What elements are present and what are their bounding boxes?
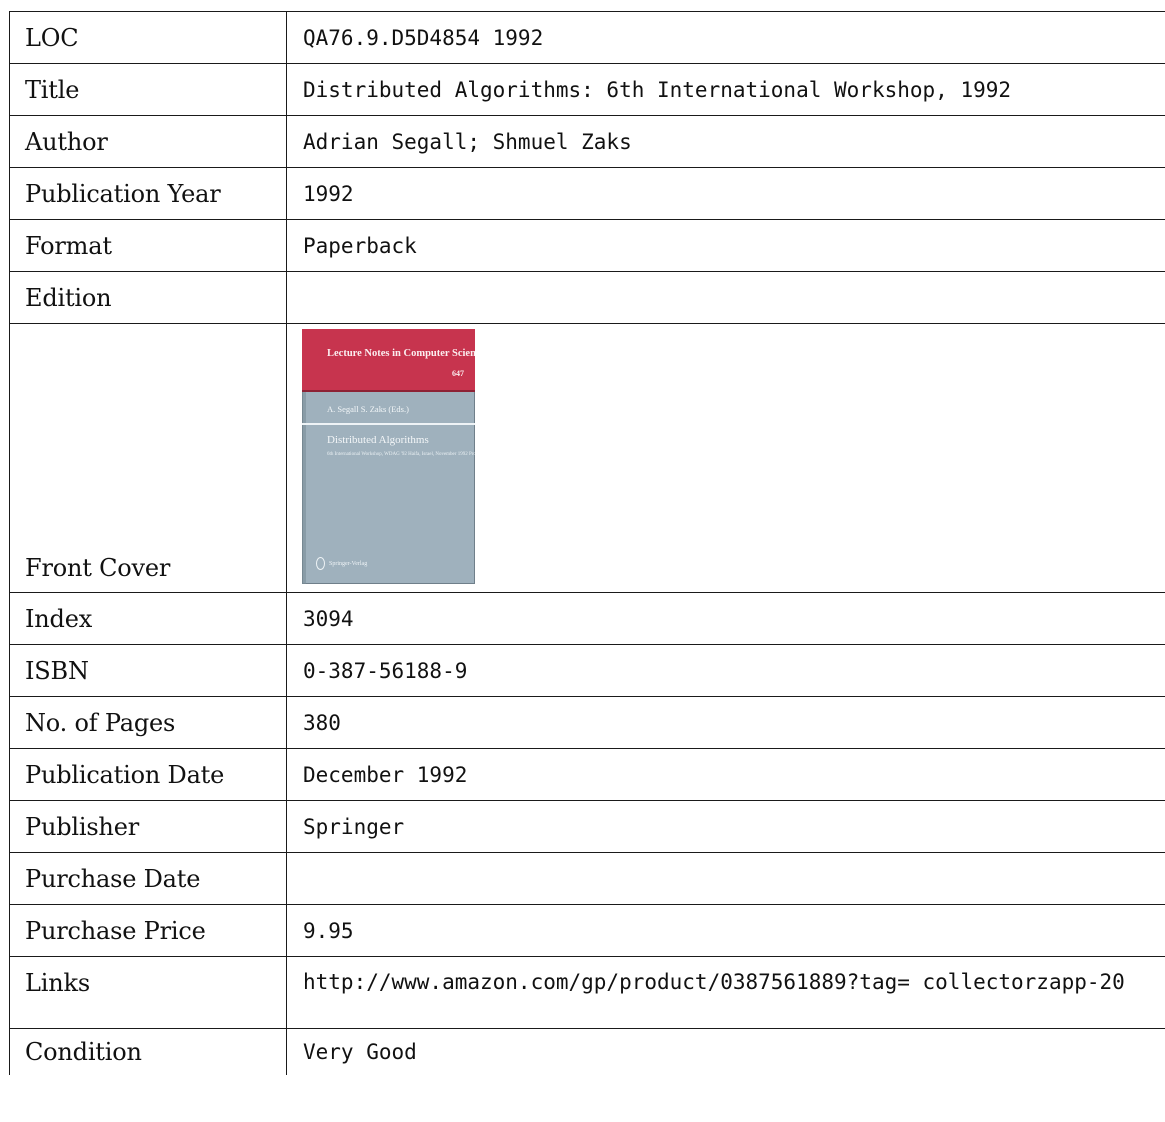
row-publication-year: Publication Year 1992 (9, 167, 1165, 220)
format-value: Paperback (286, 219, 1165, 272)
cover-subtitle: 6th International Workshop, WDAG '92 Hai… (327, 452, 475, 457)
springer-logo-icon (316, 557, 325, 570)
purchase-date-value (286, 852, 1165, 905)
front-cover-label: Front Cover (9, 323, 287, 593)
cover-series-band (302, 329, 475, 392)
author-value: Adrian Segall; Shmuel Zaks (286, 115, 1165, 168)
cover-series-text: Lecture Notes in Computer Science (327, 348, 475, 359)
row-purchase-price: Purchase Price 9.95 (9, 904, 1165, 957)
book-record-table: LOC QA76.9.D5D4854 1992 Title Distribute… (9, 11, 1165, 1075)
format-label: Format (9, 219, 287, 272)
purchase-date-label: Purchase Date (9, 852, 287, 905)
cover-authors: A. Segall S. Zaks (Eds.) (327, 404, 409, 414)
cover-divider (302, 423, 475, 425)
condition-value: Very Good (286, 1028, 1165, 1075)
row-index: Index 3094 (9, 592, 1165, 645)
front-cover-cell: Lecture Notes in Computer Science 647 A.… (286, 323, 1165, 593)
publication-date-value: December 1992 (286, 748, 1165, 801)
row-pages: No. of Pages 380 (9, 696, 1165, 749)
condition-label: Condition (9, 1028, 287, 1075)
edition-value (286, 271, 1165, 324)
purchase-price-label: Purchase Price (9, 904, 287, 957)
row-loc: LOC QA76.9.D5D4854 1992 (9, 11, 1165, 64)
publication-year-value: 1992 (286, 167, 1165, 220)
row-author: Author Adrian Segall; Shmuel Zaks (9, 115, 1165, 168)
index-label: Index (9, 592, 287, 645)
pages-label: No. of Pages (9, 696, 287, 749)
edition-label: Edition (9, 271, 287, 324)
isbn-label: ISBN (9, 644, 287, 697)
row-front-cover: Front Cover Lecture Notes in Computer Sc… (9, 323, 1165, 593)
cover-volume-number: 647 (452, 369, 464, 378)
row-condition: Condition Very Good (9, 1028, 1165, 1075)
author-label: Author (9, 115, 287, 168)
publisher-label: Publisher (9, 800, 287, 853)
row-format: Format Paperback (9, 219, 1165, 272)
publication-year-label: Publication Year (9, 167, 287, 220)
pages-value: 380 (286, 696, 1165, 749)
purchase-price-value: 9.95 (286, 904, 1165, 957)
cover-title: Distributed Algorithms (327, 434, 429, 446)
title-value: Distributed Algorithms: 6th Internationa… (286, 63, 1165, 116)
publisher-value: Springer (286, 800, 1165, 853)
row-title: Title Distributed Algorithms: 6th Intern… (9, 63, 1165, 116)
title-label: Title (9, 63, 287, 116)
loc-value: QA76.9.D5D4854 1992 (286, 11, 1165, 64)
isbn-value: 0-387-56188-9 (286, 644, 1165, 697)
row-edition: Edition (9, 271, 1165, 324)
row-isbn: ISBN 0-387-56188-9 (9, 644, 1165, 697)
cover-publisher-name: Springer-Verlag (329, 560, 368, 567)
row-links: Links http://www.amazon.com/gp/product/0… (9, 956, 1165, 1029)
links-value[interactable]: http://www.amazon.com/gp/product/0387561… (286, 956, 1165, 1029)
index-value: 3094 (286, 592, 1165, 645)
front-cover-image: Lecture Notes in Computer Science 647 A.… (302, 329, 475, 584)
links-label: Links (9, 956, 287, 1029)
row-publication-date: Publication Date December 1992 (9, 748, 1165, 801)
cover-publisher: Springer-Verlag (316, 557, 367, 570)
row-publisher: Publisher Springer (9, 800, 1165, 853)
row-purchase-date: Purchase Date (9, 852, 1165, 905)
loc-label: LOC (9, 11, 287, 64)
publication-date-label: Publication Date (9, 748, 287, 801)
